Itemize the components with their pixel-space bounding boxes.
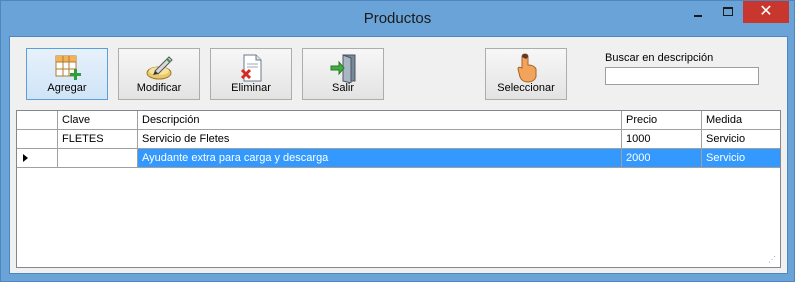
table-row[interactable]: FLETES Servicio de Fletes 1000 Servicio [17,130,780,149]
cell-clave[interactable]: FLETES [58,130,138,149]
close-button[interactable]: ✕ [743,1,789,23]
row-header[interactable] [17,149,58,168]
window-title: Productos [363,10,432,27]
search-input[interactable] [605,67,759,85]
seleccionar-button[interactable]: Seleccionar [485,48,567,100]
cell-descripcion[interactable]: Ayudante extra para carga y descarga [138,149,622,168]
salir-label: Salir [331,82,354,94]
edit-pencil-icon [146,56,173,80]
column-header-clave[interactable]: Clave [58,111,138,130]
agregar-button[interactable]: Agregar [26,48,108,100]
column-header-medida[interactable]: Medida [702,111,780,130]
delete-document-icon [240,54,262,82]
agregar-label: Agregar [47,82,87,94]
cell-precio[interactable]: 1000 [622,130,702,149]
cell-precio[interactable]: 2000 [622,149,702,168]
cell-medida[interactable]: Servicio [702,149,780,168]
maximize-button[interactable] [713,1,743,23]
eliminar-label: Eliminar [231,82,271,94]
modificar-button[interactable]: Modificar [118,48,200,100]
grid-add-icon [55,55,81,80]
pointer-hand-icon [517,53,537,83]
column-header-descripcion[interactable]: Descripción [138,111,622,130]
column-header-precio[interactable]: Precio [622,111,702,130]
cell-medida[interactable]: Servicio [702,130,780,149]
products-grid[interactable]: Clave Descripción Precio Medida FLETES S… [16,110,781,268]
row-header-corner[interactable] [17,111,58,130]
eliminar-button[interactable]: Eliminar [210,48,292,100]
client-area: Agregar Modificar Eliminar Salir Selecci… [9,36,788,274]
modificar-label: Modificar [136,82,182,94]
row-indicator-icon [23,154,28,162]
search-label: Buscar en descripción [605,52,714,64]
salir-button[interactable]: Salir [302,48,384,100]
header-row: Clave Descripción Precio Medida [17,111,780,130]
seleccionar-label: Seleccionar [497,82,555,94]
resize-grip-icon[interactable]: ⋰ [768,255,778,265]
cell-clave[interactable] [58,149,138,168]
table-row-selected[interactable]: Ayudante extra para carga y descarga 200… [17,149,780,168]
title-bar[interactable]: Productos ✕ [1,1,794,36]
minimize-button[interactable] [683,1,713,23]
window: Productos ✕ Agregar Modificar Eliminar S… [0,0,795,282]
exit-door-icon [330,54,356,83]
row-header[interactable] [17,130,58,149]
cell-descripcion[interactable]: Servicio de Fletes [138,130,622,149]
